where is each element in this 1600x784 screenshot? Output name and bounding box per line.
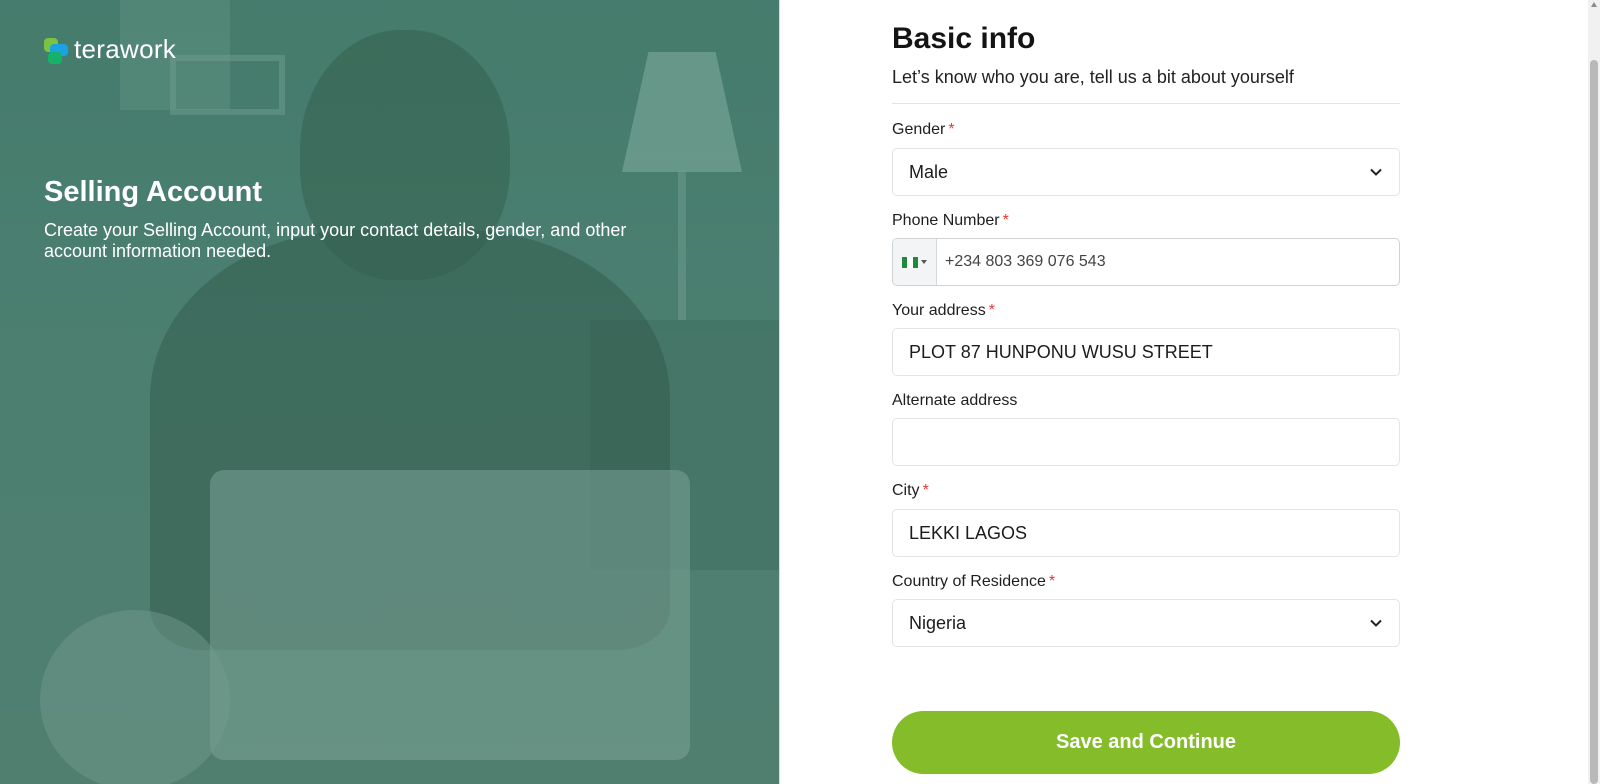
phone-label: Phone Number * [892, 212, 1009, 229]
hero-laptop [210, 470, 690, 760]
chevron-down-icon [1369, 165, 1383, 179]
page-scrollbar[interactable] [1588, 0, 1600, 784]
phone-input[interactable] [937, 239, 1399, 285]
brand-name: terawork [74, 34, 177, 64]
required-marker: * [988, 302, 995, 319]
country-select[interactable]: Nigeria [892, 599, 1400, 647]
logo-mark-icon [44, 36, 70, 64]
phone-field [892, 238, 1400, 286]
required-marker: * [1048, 573, 1056, 590]
hero-person-knee [40, 610, 230, 784]
gender-value: Male [909, 161, 949, 182]
city-label: City * [892, 482, 929, 499]
required-marker: * [948, 121, 955, 138]
caret-down-icon [921, 260, 927, 264]
form-subtitle: Let’s know who you are, tell us a bit ab… [892, 67, 1294, 87]
form-divider [892, 103, 1400, 104]
city-input[interactable]: LEKKI LAGOS [892, 509, 1400, 557]
form-title: Basic info [892, 22, 1036, 55]
alternate-address-label: Alternate address [892, 392, 1018, 409]
chevron-down-icon [1369, 616, 1383, 630]
country-value: Nigeria [909, 612, 967, 633]
city-value: LEKKI LAGOS [909, 522, 1028, 543]
save-and-continue-button[interactable]: Save and Continue [892, 711, 1400, 774]
scrollbar-thumb[interactable] [1590, 60, 1598, 784]
alternate-address-input[interactable] [892, 418, 1400, 466]
brand-logo[interactable]: terawork [44, 34, 176, 65]
hero-description: Create your Selling Account, input your … [44, 220, 627, 261]
address-label: Your address * [892, 302, 995, 319]
required-marker: * [1002, 212, 1009, 229]
hero-title: Selling Account [44, 176, 263, 208]
gender-label: Gender * [892, 121, 955, 138]
required-marker: * [922, 482, 929, 499]
panel-divider [779, 0, 780, 784]
country-code-selector[interactable] [893, 239, 937, 285]
address-value: PLOT 87 HUNPONU WUSU STREET [909, 341, 1213, 362]
nigeria-flag-icon [902, 256, 918, 268]
address-input[interactable]: PLOT 87 HUNPONU WUSU STREET [892, 328, 1400, 376]
gender-select[interactable]: Male [892, 148, 1400, 196]
hero-background-frame [170, 55, 285, 115]
scroll-up-icon[interactable] [1591, 2, 1597, 7]
country-label: Country of Residence * [892, 573, 1056, 590]
hero-panel: terawork Selling Account Create your Sel… [0, 0, 780, 784]
